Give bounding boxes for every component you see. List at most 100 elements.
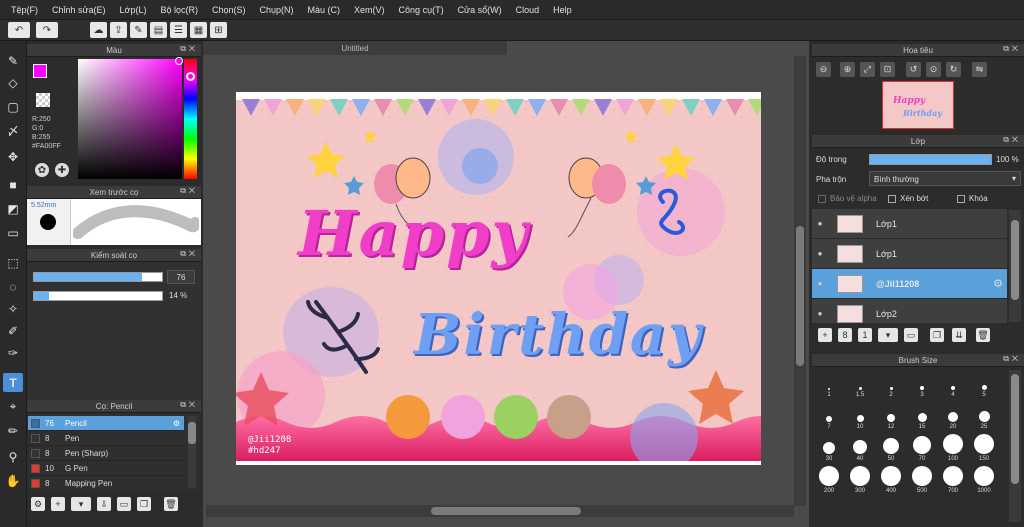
layer-row[interactable]: ● Lớp1 [812, 239, 1007, 269]
layer-row[interactable]: ● Lớp1 [812, 209, 1007, 239]
actual-size-icon[interactable]: ⊡ [880, 62, 895, 77]
select-rect-tool-icon[interactable]: ▢ [3, 97, 23, 116]
gear-icon[interactable]: ⚙ [993, 277, 1003, 290]
grid-icon[interactable]: ▦ [190, 22, 207, 38]
palette-icon[interactable]: ✿ [35, 163, 49, 177]
share-icon[interactable]: ⇪ [110, 22, 127, 38]
new-layer-1bit-icon[interactable]: 1 [858, 328, 872, 342]
brush-tool-icon[interactable]: ✎ [3, 51, 23, 70]
bucket-tool-icon[interactable]: ◩ [3, 199, 23, 218]
eraser-tool-icon[interactable]: ◇ [3, 73, 23, 92]
cloud-icon[interactable]: ☁ [90, 22, 107, 38]
menu-item-10[interactable]: Cloud [509, 5, 547, 15]
brush-opacity-slider[interactable] [33, 291, 163, 301]
fill-select-tool-icon[interactable]: ⌖ [3, 397, 23, 416]
panel-controls-icon[interactable]: ⧉✕ [1003, 354, 1021, 364]
list-icon[interactable]: ☰ [170, 22, 187, 38]
brush-list-item[interactable]: 8 Pen (Sharp) [28, 446, 184, 461]
protect-alpha-checkbox[interactable]: Bảo vệ alpha [818, 194, 877, 203]
brush-size-cell[interactable]: 700 [938, 466, 968, 495]
saturation-value-field[interactable] [78, 59, 182, 179]
layer-folder-icon[interactable]: ▭ [904, 328, 918, 342]
brush-add-icon[interactable]: + [51, 497, 65, 511]
brush-size-cell[interactable]: 3 [907, 370, 937, 399]
navigator-thumbnail[interactable]: Happy Birthday [882, 81, 954, 129]
canvas-vertical-scrollbar[interactable] [794, 56, 806, 506]
eyedropper-tool-icon[interactable]: ⚲ [3, 447, 23, 466]
new-layer-icon[interactable]: + [818, 328, 832, 342]
menu-item-11[interactable]: Help [546, 5, 579, 15]
visibility-eye-icon[interactable]: ● [812, 309, 828, 318]
menu-item-3[interactable]: Bộ lọc(R) [153, 5, 205, 15]
reset-rotation-icon[interactable]: ⊙ [926, 62, 941, 77]
flip-icon[interactable]: ⇋ [972, 62, 987, 77]
menu-item-1[interactable]: Chỉnh sửa(E) [45, 5, 113, 15]
lasso-select-tool-icon[interactable]: 〆 [3, 121, 23, 140]
brush-size-scrollbar[interactable] [1009, 370, 1021, 522]
visibility-eye-icon[interactable]: ● [812, 219, 828, 228]
canvas-horizontal-scrollbar[interactable] [206, 505, 794, 517]
brush-size-cell[interactable]: 300 [845, 466, 875, 495]
magic-wand-tool-icon[interactable]: ✧ [3, 299, 23, 318]
brush-add-menu-icon[interactable]: ▾ [71, 497, 91, 511]
lock-checkbox[interactable]: Khóa [957, 194, 988, 203]
panel-controls-icon[interactable]: ⧉✕ [180, 186, 198, 196]
layer-opacity-slider[interactable] [869, 154, 992, 165]
brush-folder-icon[interactable]: ▭ [117, 497, 131, 511]
rotate-right-icon[interactable]: ↻ [946, 62, 961, 77]
brush-list-item[interactable]: 10 G Pen [28, 461, 184, 476]
layer-row[interactable]: ● @Jii11208 ⚙ [812, 269, 1007, 299]
panel-controls-icon[interactable]: ⧉✕ [180, 249, 198, 259]
layer-list-scrollbar[interactable] [1009, 210, 1021, 322]
text-tool-icon[interactable]: T [3, 373, 23, 392]
brush-list-scrollbar[interactable] [188, 416, 196, 488]
blend-mode-select[interactable]: Bình thường ▾ [869, 171, 1021, 186]
comment-icon[interactable]: ✎ [130, 22, 147, 38]
clipping-checkbox[interactable]: Xén bớt [888, 194, 928, 203]
brush-size-cell[interactable]: 12 [876, 402, 906, 431]
layout-icon[interactable]: ⊞ [210, 22, 227, 38]
marquee-tool-icon[interactable]: ⬚ [3, 253, 23, 272]
gear-icon[interactable]: ⚙ [173, 419, 180, 428]
panel-controls-icon[interactable]: ⧉✕ [180, 400, 198, 410]
brush-size-cell[interactable]: 50 [876, 434, 906, 463]
brush-size-cell[interactable]: 1.5 [845, 370, 875, 399]
message-icon[interactable]: ▤ [150, 22, 167, 38]
fill-rect-tool-icon[interactable]: ■ [3, 175, 23, 194]
layer-menu-icon[interactable]: ▾ [878, 328, 898, 342]
brush-size-cell[interactable]: 15 [907, 402, 937, 431]
delete-layer-icon[interactable]: 🗑 [976, 328, 990, 342]
brush-import-icon[interactable]: ⇩ [97, 497, 111, 511]
transparent-swatch[interactable] [36, 93, 50, 107]
brush-size-cell[interactable]: 1 [814, 370, 844, 399]
rotate-left-icon[interactable]: ↺ [906, 62, 921, 77]
brush-list-item[interactable]: 8 Mapping Pen [28, 476, 184, 491]
select-eraser-tool-icon[interactable]: ✑ [3, 343, 23, 362]
brush-size-cell[interactable]: 4 [938, 370, 968, 399]
brush-delete-icon[interactable]: 🗑 [164, 497, 178, 511]
brush-settings-icon[interactable]: ⚙ [31, 497, 45, 511]
brush-size-cell[interactable]: 2 [876, 370, 906, 399]
menu-item-5[interactable]: Chụp(N) [253, 5, 301, 15]
visibility-eye-icon[interactable]: ● [812, 249, 828, 258]
merge-layer-icon[interactable]: ⇊ [952, 328, 966, 342]
menu-item-4[interactable]: Chọn(S) [205, 5, 253, 15]
panel-controls-icon[interactable]: ⧉✕ [180, 44, 198, 54]
duplicate-layer-icon[interactable]: ❐ [930, 328, 944, 342]
zoom-in-icon[interactable]: ⊕ [840, 62, 855, 77]
select-pen-tool-icon[interactable]: ✐ [3, 321, 23, 340]
brush-size-cell[interactable]: 200 [814, 466, 844, 495]
brush-size-cell[interactable]: 150 [969, 434, 999, 463]
gradient-tool-icon[interactable]: ▭ [3, 223, 23, 242]
color-picker-handle[interactable] [175, 57, 183, 65]
new-layer-8bit-icon[interactable]: 8 [838, 328, 852, 342]
undo-button[interactable]: ↶ [8, 22, 30, 38]
brush-size-cell[interactable]: 7 [814, 402, 844, 431]
brush-size-cell[interactable]: 500 [907, 466, 937, 495]
brush-size-cell[interactable]: 70 [907, 434, 937, 463]
zoom-out-icon[interactable]: ⊖ [816, 62, 831, 77]
menu-item-6[interactable]: Màu (C) [301, 5, 348, 15]
hue-handle[interactable] [186, 72, 195, 81]
brush-list-item[interactable]: 76 Pencil ⚙ [28, 416, 184, 431]
brush-size-cell[interactable]: 400 [876, 466, 906, 495]
